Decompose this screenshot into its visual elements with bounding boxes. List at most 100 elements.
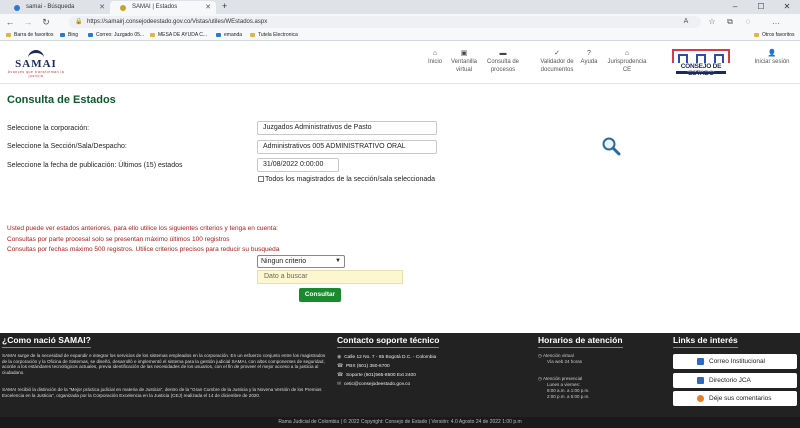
favorites-item[interactable]: emanda bbox=[216, 30, 242, 40]
page-title: Consulta de Estados bbox=[7, 94, 116, 106]
corporacion-label: Seleccione la corporación: bbox=[7, 125, 90, 132]
menu-ayuda[interactable]: ? Ayuda bbox=[578, 50, 600, 67]
menu-label: Inicio bbox=[427, 59, 442, 65]
close-tab-icon[interactable]: ✕ bbox=[99, 1, 105, 14]
forward-icon[interactable]: → bbox=[22, 16, 34, 28]
menu-label: Validador de documentos bbox=[540, 59, 574, 73]
ce-logo-text: CONSEJO DE ESTADO bbox=[680, 63, 722, 77]
address-bar-row: ← → ↻ 🔒 https://samairj.consejodeestado.… bbox=[0, 14, 800, 30]
hours-virtual-detail: Vía web 24 horas bbox=[547, 359, 583, 364]
samai-logo[interactable]: SAMAI Avances que transforman la justici… bbox=[6, 50, 66, 78]
corporacion-select[interactable]: Juzgados Administrativos de Pasto bbox=[257, 121, 437, 135]
other-favorites[interactable]: Otros favoritos bbox=[754, 30, 795, 40]
url-text: https://samairj.consejodeestado.gov.co/V… bbox=[87, 19, 268, 25]
search-magnifier-icon[interactable] bbox=[601, 136, 621, 156]
lock-icon: 🔒 bbox=[75, 19, 83, 25]
menu-label: Ayuda bbox=[580, 59, 598, 65]
close-tab-icon[interactable]: ✕ bbox=[205, 1, 211, 14]
criterio-value: Ningun criterio bbox=[261, 258, 307, 265]
browser-tab-samai-estados[interactable]: SAMAI | Estados ✕ bbox=[110, 1, 216, 14]
read-aloud-icon[interactable]: A bbox=[680, 16, 692, 28]
bing-icon bbox=[14, 5, 20, 11]
menu-label: Jurisprudencia CE bbox=[607, 59, 647, 73]
footer-links-title: Links de interés bbox=[673, 335, 738, 348]
maximize-icon[interactable]: ☐ bbox=[750, 0, 772, 13]
chevron-down-icon: ▼ bbox=[335, 258, 341, 264]
login-button[interactable]: 👤 Iniciar sesión bbox=[752, 50, 792, 67]
copyright-bar: Rama Judicial de Colombia | © 2022 Copyr… bbox=[0, 417, 800, 428]
contact-support: ☎ Soporte (601)565-8500 Ext 2400 bbox=[337, 373, 416, 378]
contact-email[interactable]: ✉ cetic@consejodeestado.gov.co bbox=[337, 382, 410, 387]
favorites-bar: Barra de favoritos Bing Correo: Juzgado … bbox=[0, 30, 800, 41]
link-directorio-jca[interactable]: Directorio JCA bbox=[673, 373, 797, 388]
menu-label: Ventanilla virtual bbox=[450, 59, 478, 73]
fecha-select[interactable]: 31/08/2022 0:00:00 bbox=[257, 158, 339, 172]
hours-presencial: ◷ Atención presencial bbox=[538, 376, 582, 382]
favorites-item[interactable]: Bing bbox=[60, 30, 78, 40]
seccion-label: Seleccione la Sección/Sala/Despacho: bbox=[7, 143, 127, 150]
consultar-button[interactable]: Consultar bbox=[299, 288, 341, 302]
collections-icon[interactable]: ⧉ bbox=[724, 16, 736, 28]
contact-text: Soporte (601)565-8500 Ext 2400 bbox=[345, 373, 416, 378]
new-tab-button[interactable]: + bbox=[222, 0, 227, 13]
hours-text: Atención virtual bbox=[542, 353, 574, 358]
favorites-star-icon[interactable]: ☆ bbox=[706, 16, 718, 28]
checkbox-box[interactable] bbox=[258, 176, 264, 182]
window-icon: ▣ bbox=[460, 50, 468, 57]
browser-tab-samai-busqueda[interactable]: samai - Búsqueda ✕ bbox=[4, 1, 110, 14]
folder-icon: ▬ bbox=[499, 50, 507, 57]
samai-favicon-icon bbox=[120, 5, 126, 11]
menu-ventanilla-virtual[interactable]: ▣ Ventanilla virtual bbox=[447, 50, 481, 74]
favorites-item[interactable]: Correo: Juzgado 05... bbox=[88, 30, 144, 40]
map-pin-icon: ◉ bbox=[337, 355, 342, 360]
checkbox-label: Todos los magistrados de la sección/sala… bbox=[265, 176, 436, 183]
hours-text: Atención presencial bbox=[542, 376, 583, 381]
notice-text: Consultas por parte procesal solo se pre… bbox=[7, 236, 230, 243]
favorites-item[interactable]: Barra de favoritos bbox=[6, 30, 53, 40]
outlook-icon bbox=[697, 358, 704, 365]
link-label: Déje sus comentarios bbox=[709, 395, 772, 402]
site-header: SAMAI Avances que transforman la justici… bbox=[0, 42, 800, 84]
link-comentarios[interactable]: Déje sus comentarios bbox=[673, 391, 797, 406]
footer-hours-title: Horarios de atención bbox=[538, 335, 623, 348]
close-window-icon[interactable]: ✕ bbox=[776, 0, 798, 13]
favorites-item[interactable]: Tutela Electronica bbox=[250, 30, 298, 40]
phone-icon: ☎ bbox=[337, 364, 343, 369]
notice-text: Consultas por fechas máximo 500 registro… bbox=[7, 246, 280, 253]
footer: ¿Como nació SAMAI? SAMAI surge de la nec… bbox=[0, 333, 800, 417]
tab-label: SAMAI | Estados bbox=[132, 4, 178, 10]
refresh-icon[interactable]: ↻ bbox=[40, 16, 52, 28]
hours-virtual: ◷ Atención virtual bbox=[538, 353, 574, 359]
seccion-select[interactable]: Administrativos 005 ADMINISTRATIVO ORAL bbox=[257, 140, 437, 154]
ce-logo-subtitle: JUSTICIA · AGUA · CONTROL bbox=[676, 71, 726, 74]
menu-consulta-procesos[interactable]: ▬ Consulta de procesos bbox=[484, 50, 522, 74]
todos-magistrados-checkbox[interactable]: Todos los magistrados de la sección/sala… bbox=[258, 176, 435, 183]
link-correo-institucional[interactable]: Correo Institucional bbox=[673, 354, 797, 369]
logo-subtitle: Avances que transforman la justicia bbox=[7, 70, 65, 78]
comment-icon bbox=[697, 395, 704, 402]
footer-samai-text: SAMAI surge de la necesidad de expandir … bbox=[2, 353, 326, 375]
validator-icon: ✓ bbox=[554, 50, 560, 57]
hours-days: Lunes a viernes: bbox=[547, 382, 581, 387]
search-input[interactable]: Dato a buscar bbox=[257, 270, 403, 284]
help-icon: ? bbox=[587, 50, 591, 57]
menu-label: Consulta de procesos bbox=[486, 59, 520, 73]
consejo-de-estado-logo[interactable]: CONSEJO DE ESTADO JUSTICIA · AGUA · CONT… bbox=[668, 47, 734, 77]
more-icon[interactable]: … bbox=[770, 16, 782, 28]
profile-icon[interactable]: ◌ bbox=[742, 16, 754, 28]
back-icon[interactable]: ← bbox=[4, 16, 16, 28]
criterio-select[interactable]: Ningun criterio ▼ bbox=[257, 255, 345, 268]
bank-icon: ⌂ bbox=[624, 50, 630, 57]
menu-jurisprudencia[interactable]: ⌂ Jurisprudencia CE bbox=[604, 50, 650, 74]
footer-samai-title: ¿Como nació SAMAI? bbox=[2, 335, 91, 348]
favorites-item[interactable]: MESA DE AYUDA C... bbox=[150, 30, 207, 40]
footer-contact-title: Contacto soporte técnico bbox=[337, 335, 440, 348]
contact-pbx: ☎ PBX (601) 350-6700 bbox=[337, 364, 390, 369]
minimize-icon[interactable]: – bbox=[724, 0, 746, 13]
hours-pm: 2:00 p.m. a 5:00 p.m. bbox=[547, 394, 590, 399]
url-input[interactable]: 🔒 https://samairj.consejodeestado.gov.co… bbox=[69, 16, 701, 28]
directory-icon bbox=[697, 377, 704, 384]
hours-am: 8:00 a.m. a 1:00 p.m. bbox=[547, 388, 590, 393]
menu-inicio[interactable]: ⌂ Inicio bbox=[424, 50, 446, 67]
menu-validador-documentos[interactable]: ✓ Validador de documentos bbox=[534, 50, 580, 74]
